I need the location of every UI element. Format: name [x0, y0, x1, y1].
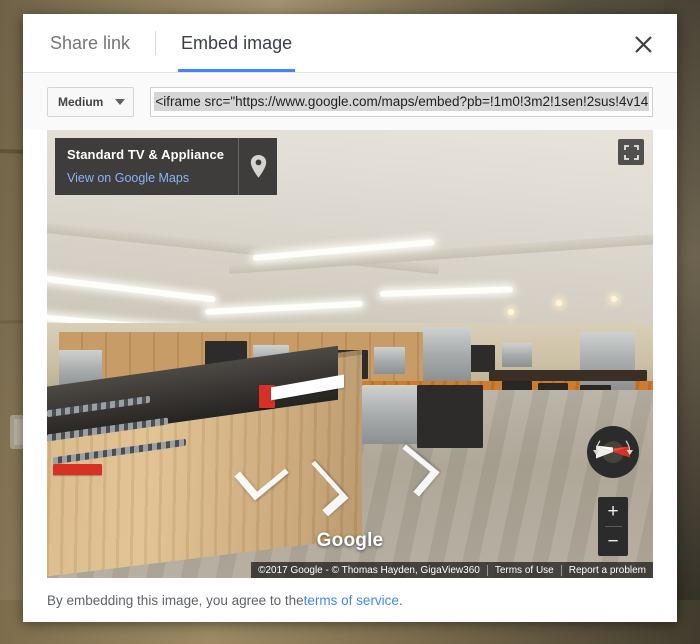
map-pin-icon: [250, 155, 266, 178]
chevron-down-icon: [115, 98, 126, 105]
pano-spotlight: [610, 295, 617, 302]
compass-icon: [593, 440, 633, 463]
view-on-google-maps-link[interactable]: View on Google Maps: [67, 171, 224, 185]
zoom-in-button[interactable]: +: [598, 497, 628, 526]
zoom-out-button[interactable]: −: [598, 527, 628, 556]
pano-range: [416, 385, 484, 449]
compass-control[interactable]: [587, 426, 639, 478]
google-watermark: Google: [316, 530, 384, 551]
tab-share-link[interactable]: Share link: [47, 14, 133, 72]
size-select[interactable]: Medium: [47, 86, 135, 117]
fullscreen-button[interactable]: [618, 139, 644, 165]
report-a-problem-link[interactable]: Report a problem: [560, 564, 653, 576]
place-title: Standard TV & Appliance: [67, 147, 225, 162]
footer-text-before: By embedding this image, you agree to th…: [47, 592, 304, 608]
close-button[interactable]: [631, 32, 655, 56]
close-icon: [634, 35, 652, 53]
terms-of-use-link[interactable]: Terms of Use: [486, 564, 561, 576]
pano-refrigerator: [422, 327, 472, 381]
terms-of-service-link[interactable]: terms of service: [304, 593, 399, 608]
dialog-tabbar: Share link Embed image: [23, 14, 677, 73]
pano-price-tag: [53, 463, 102, 475]
pano-refrigerator: [580, 331, 635, 390]
embed-code-input[interactable]: <iframe src="https://www.google.com/maps…: [150, 86, 653, 117]
pano-range: [362, 385, 423, 444]
tab-divider: [155, 31, 157, 55]
fullscreen-icon: [623, 144, 639, 160]
place-card-pin[interactable]: [238, 138, 277, 195]
pano-appliance: [374, 347, 405, 375]
zoom-controls: + −: [598, 497, 628, 556]
footer-text-after: .: [398, 592, 403, 608]
pano-appliance: [501, 342, 532, 368]
embed-controls-row: Medium <iframe src="https://www.google.c…: [23, 73, 677, 130]
tab-embed-image[interactable]: Embed image: [178, 14, 296, 72]
place-info-card[interactable]: Standard TV & Appliance View on Google M…: [55, 138, 278, 195]
embed-code-value: <iframe src="https://www.google.com/maps…: [154, 92, 649, 111]
streetview-preview[interactable]: Standard TV & Appliance View on Google M…: [47, 130, 653, 578]
embed-image-dialog: Share link Embed image Medium <iframe sr…: [23, 14, 677, 622]
place-card-text: Standard TV & Appliance View on Google M…: [55, 138, 238, 195]
dialog-footer: By embedding this image, you agree to th…: [23, 578, 677, 622]
size-select-value: Medium: [58, 94, 104, 109]
pano-spotlight: [507, 309, 514, 316]
attribution-bar: ©2017 Google - © Thomas Hayden, GigaView…: [251, 562, 653, 578]
pano-bar-counter: [489, 369, 647, 381]
copyright-text: ©2017 Google - © Thomas Hayden, GigaView…: [258, 564, 480, 576]
